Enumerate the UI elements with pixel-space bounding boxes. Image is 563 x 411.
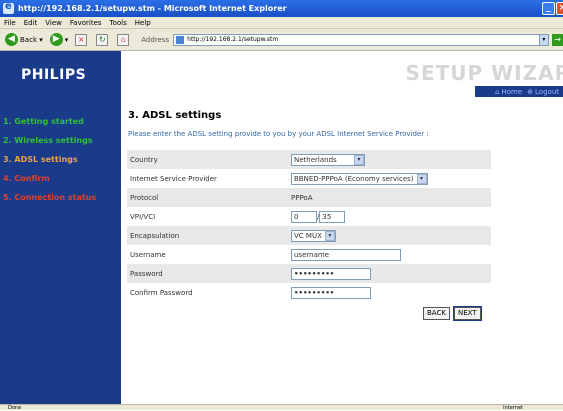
vpivci-label: VPI/VCI <box>130 212 156 221</box>
address-label: Address <box>141 35 170 44</box>
confirm-password-input[interactable]: ••••••••• <box>291 286 371 299</box>
password-input[interactable]: ••••••••• <box>291 267 371 280</box>
main-content: 3. ADSL settings Please enter the ADSL s… <box>121 97 563 404</box>
menu-bar: File Edit View Favorites Tools Help <box>0 17 563 29</box>
back-arrow-icon: ◀ <box>5 33 18 46</box>
isp-row: Internet Service Provider BBNED-PPPoA (E… <box>127 169 491 188</box>
setup-wizard-title: SETUP WIZAR <box>405 61 563 85</box>
logout-link[interactable]: ⊕ Logout <box>527 88 559 96</box>
page-title: 3. ADSL settings <box>128 110 222 121</box>
menu-file[interactable]: File <box>4 19 16 27</box>
menu-favorites[interactable]: Favorites <box>70 19 102 27</box>
isp-select[interactable]: BBNED-PPPoA (Economy services) ▾ <box>291 172 428 185</box>
sidebar-item-connection-status[interactable]: 5. Connection status <box>3 193 121 212</box>
chevron-down-icon: ▾ <box>37 35 43 44</box>
username-label: Username <box>130 250 166 259</box>
wizard-buttons: BACK NEXT <box>423 306 482 321</box>
logout-icon: ⊕ <box>527 87 534 96</box>
security-zone: Internet <box>503 405 523 411</box>
vpivci-row: VPI/VCI 0/35 <box>127 207 491 226</box>
confirm-password-label: Confirm Password <box>130 288 193 297</box>
philips-logo: PHILIPS <box>21 67 87 83</box>
protocol-label: Protocol <box>130 193 159 202</box>
menu-edit[interactable]: Edit <box>24 19 38 27</box>
page-icon <box>176 35 185 44</box>
chevron-down-icon: ▾ <box>64 35 69 44</box>
sidebar-item-getting-started[interactable]: 1. Getting started <box>3 117 121 136</box>
confirm-password-row: Confirm Password ••••••••• <box>127 283 491 302</box>
go-button[interactable]: → <box>552 33 563 46</box>
window-title: http://192.168.2.1/setupw.stm - Microsof… <box>18 4 287 13</box>
protocol-row: Protocol PPPoA <box>127 188 491 207</box>
country-row: Country Netherlands ▾ <box>127 150 491 169</box>
password-row: Password ••••••••• <box>127 264 491 283</box>
address-bar[interactable]: http://192.168.2.1/setupw.stm <box>173 33 540 46</box>
stop-icon: × <box>75 33 88 46</box>
chevron-down-icon: ▾ <box>416 173 427 184</box>
sidebar-item-adsl-settings[interactable]: 3. ADSL settings <box>3 155 121 174</box>
address-value: http://192.168.2.1/setupw.stm <box>187 36 279 43</box>
sidebar-item-confirm[interactable]: 4. Confirm <box>3 174 121 193</box>
browser-toolbar: ◀ Back ▾ ▶ ▾ × ↻ ⌂ Address http://192.16… <box>0 29 563 51</box>
encapsulation-select[interactable]: VC MUX ▾ <box>291 229 336 242</box>
isp-label: Internet Service Provider <box>130 174 217 183</box>
protocol-value: PPPoA <box>291 193 313 202</box>
next-button[interactable]: NEXT <box>452 306 482 321</box>
home-browser-button[interactable]: ⌂ <box>115 31 133 49</box>
window-titlebar: http://192.168.2.1/setupw.stm - Microsof… <box>0 0 563 17</box>
country-label: Country <box>130 155 158 164</box>
forward-arrow-icon: ▶ <box>49 33 63 46</box>
encapsulation-row: Encapsulation VC MUX ▾ <box>127 226 491 245</box>
home-icon: ⌂ <box>117 33 130 46</box>
password-label: Password <box>130 269 163 278</box>
address-dropdown-icon[interactable]: ▾ <box>538 33 550 46</box>
home-icon: ⌂ <box>495 87 500 96</box>
chevron-down-icon: ▾ <box>354 154 364 165</box>
back-button[interactable]: ◀ Back ▾ <box>3 31 45 49</box>
status-bar: Done Internet <box>0 404 563 411</box>
intro-text: Please enter the ADSL setting provide to… <box>128 130 429 138</box>
back-label: Back <box>20 35 37 44</box>
adsl-settings-form: Country Netherlands ▾ Internet Service Pr… <box>127 150 491 302</box>
username-row: Username username <box>127 245 491 264</box>
menu-tools[interactable]: Tools <box>110 19 127 27</box>
vci-input[interactable]: 35 <box>319 210 346 223</box>
ie-icon <box>3 1 14 14</box>
stop-button[interactable]: × <box>73 31 91 49</box>
vpi-input[interactable]: 0 <box>291 210 317 223</box>
refresh-icon: ↻ <box>96 33 109 46</box>
home-logout-bar: ⌂ Home ⊕ Logout <box>475 86 563 97</box>
encapsulation-label: Encapsulation <box>130 231 180 240</box>
home-link[interactable]: ⌂ Home <box>495 88 522 96</box>
minimize-button[interactable]: _ <box>542 2 555 15</box>
menu-view[interactable]: View <box>45 19 62 27</box>
username-input[interactable]: username <box>291 248 401 261</box>
sidebar-item-wireless-settings[interactable]: 2. Wireless settings <box>3 136 121 155</box>
header-banner: SETUP WIZAR ⌂ Home ⊕ Logout <box>121 51 563 101</box>
refresh-button[interactable]: ↻ <box>94 31 112 49</box>
logo-area: PHILIPS <box>0 51 121 97</box>
forward-button[interactable]: ▶ ▾ <box>48 31 71 49</box>
country-select[interactable]: Netherlands ▾ <box>291 153 365 166</box>
status-text: Done <box>8 405 22 411</box>
close-button[interactable]: × <box>556 2 563 15</box>
sidebar: 1. Getting started 2. Wireless settings … <box>0 97 121 404</box>
chevron-down-icon: ▾ <box>324 230 335 241</box>
back-wizard-button[interactable]: BACK <box>423 307 450 320</box>
menu-help[interactable]: Help <box>135 19 151 27</box>
